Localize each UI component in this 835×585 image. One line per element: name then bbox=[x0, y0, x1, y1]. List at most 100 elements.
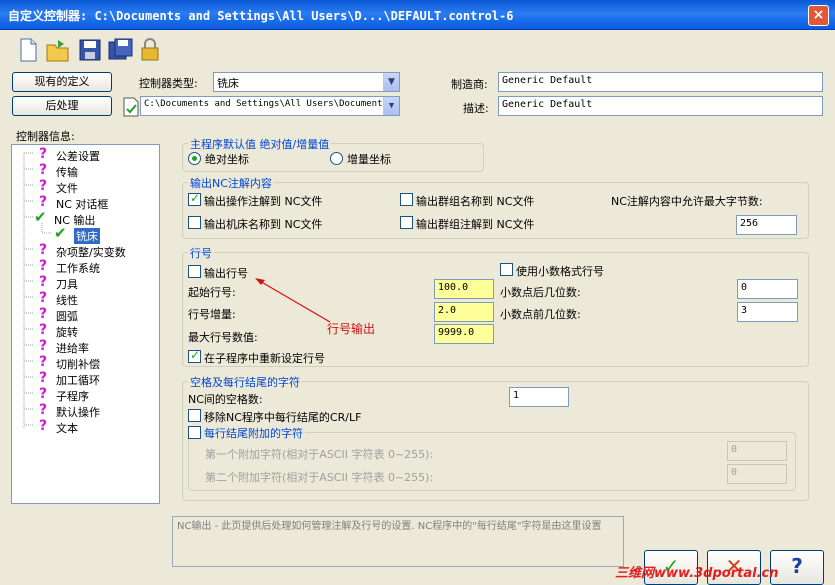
new-file-icon[interactable] bbox=[14, 36, 42, 64]
question-icon: ? bbox=[38, 370, 48, 386]
line-increment-label: 行号增量: bbox=[188, 308, 236, 321]
tree-item-label: 刀具 bbox=[56, 278, 78, 291]
append-char-label: 每行结尾附加的字符 bbox=[202, 425, 305, 441]
question-icon: ? bbox=[38, 146, 48, 162]
post-processor-button[interactable]: 后处理 bbox=[12, 96, 112, 116]
reset-line-subprogram-checkbox[interactable] bbox=[188, 348, 201, 363]
tree-item-label: 默认操作 bbox=[56, 406, 100, 419]
use-decimal-checkbox[interactable] bbox=[500, 263, 513, 276]
tree-item-label: 加工循环 bbox=[56, 374, 100, 387]
tree-item-label: 切削补偿 bbox=[56, 358, 100, 371]
digits-after-field[interactable]: 0 bbox=[737, 279, 798, 299]
start-line-label: 起始行号: bbox=[188, 286, 236, 299]
question-icon: ? bbox=[38, 178, 48, 194]
tree-item-label: 杂项整/实变数 bbox=[56, 246, 126, 259]
append-char-checkbox[interactable] bbox=[188, 426, 201, 439]
tree-item-label: 旋转 bbox=[56, 326, 78, 339]
question-icon: ? bbox=[38, 306, 48, 322]
title-bar: 自定义控制器: C:\Documents and Settings\All Us… bbox=[0, 0, 835, 30]
controller-info-tree[interactable]: ? 公差设置 ? 传输 ? 文件 ? NC 对话框 ✔ NC 输出 ✔ 铣床 ? 杂项整/实变… bbox=[11, 144, 160, 504]
open-folder-icon[interactable] bbox=[44, 36, 72, 64]
post-path-select[interactable]: C:\Documents and Settings\All Users\Docu… bbox=[140, 96, 400, 116]
line-output-annotation: 行号输出 bbox=[327, 322, 376, 336]
absolute-label: 绝对坐标 bbox=[205, 153, 249, 166]
tree-item-label: 文本 bbox=[56, 422, 78, 435]
tree-item-label: 公差设置 bbox=[56, 150, 100, 163]
first-char-label: 第一个附加字符(相对于ASCII 字符表 0~255): bbox=[205, 448, 434, 461]
chevron-down-icon[interactable]: ▼ bbox=[383, 73, 399, 91]
incremental-radio[interactable] bbox=[330, 152, 343, 165]
max-bytes-field[interactable]: 256 bbox=[736, 215, 797, 235]
tree-item-label: 文件 bbox=[56, 182, 78, 195]
controller-type-value: 铣床 bbox=[217, 77, 239, 90]
output-machine-name-checkbox[interactable] bbox=[188, 216, 201, 229]
lock-icon[interactable] bbox=[136, 36, 164, 64]
output-machine-name-label: 输出机床名称到 NC文件 bbox=[204, 218, 323, 231]
controller-info-label: 控制器信息: bbox=[16, 130, 75, 143]
chevron-down-icon[interactable]: ▼ bbox=[383, 97, 399, 115]
question-icon: ? bbox=[38, 418, 48, 434]
output-group-name-checkbox[interactable] bbox=[400, 193, 413, 206]
max-line-label: 最大行号数值: bbox=[188, 331, 258, 344]
digits-after-label: 小数点后几位数: bbox=[500, 286, 581, 299]
space-count-field[interactable]: 1 bbox=[509, 387, 569, 407]
use-decimal-label: 使用小数格式行号 bbox=[516, 265, 604, 278]
save-icon[interactable] bbox=[76, 36, 104, 64]
tree-item-label: 子程序 bbox=[56, 390, 89, 403]
output-group-comment-checkbox[interactable] bbox=[400, 216, 413, 229]
manufacturer-label: 制造商: bbox=[451, 78, 488, 91]
digits-before-label: 小数点前几位数: bbox=[500, 308, 581, 321]
tree-item-label: 线性 bbox=[56, 294, 78, 307]
question-icon: ? bbox=[38, 386, 48, 402]
output-group-comment-label: 输出群组注解到 NC文件 bbox=[416, 218, 535, 231]
tree-item-label: 进给率 bbox=[56, 342, 89, 355]
controller-type-label: 控制器类型: bbox=[139, 77, 198, 90]
question-icon: ? bbox=[38, 290, 48, 306]
max-line-field[interactable]: 9999.0 bbox=[434, 324, 494, 344]
question-icon: ? bbox=[38, 322, 48, 338]
incremental-label: 增量坐标 bbox=[347, 153, 391, 166]
file-check-icon bbox=[122, 96, 140, 118]
absolute-radio[interactable] bbox=[188, 152, 201, 165]
post-path-value: C:\Documents and Settings\All Users\Docu… bbox=[144, 99, 388, 109]
first-char-field[interactable]: 0 bbox=[727, 441, 787, 461]
info-text: NC输出 - 此页提供后处理如何管理注解及行号的设置. NC程序中的"每行结尾"… bbox=[172, 516, 624, 567]
space-count-label: NC间的空格数: bbox=[188, 393, 263, 406]
output-op-comment-checkbox[interactable] bbox=[188, 191, 201, 206]
digits-before-field[interactable]: 3 bbox=[737, 302, 798, 322]
manufacturer-field[interactable]: Generic Default bbox=[498, 72, 823, 92]
line-increment-field[interactable]: 2.0 bbox=[434, 302, 494, 322]
tree-item-label: 铣床 bbox=[74, 228, 100, 244]
description-label: 描述: bbox=[463, 102, 489, 115]
nc-comment-title: 输出NC注解内容 bbox=[188, 175, 274, 191]
current-definition-button[interactable]: 现有的定义 bbox=[12, 72, 112, 92]
tree-item-label: 工作系统 bbox=[56, 262, 100, 275]
question-icon: ? bbox=[38, 354, 48, 370]
start-line-field[interactable]: 100.0 bbox=[434, 279, 494, 299]
line-number-title: 行号 bbox=[188, 245, 214, 261]
question-icon: ? bbox=[38, 242, 48, 258]
second-char-label: 第二个附加字符(相对于ASCII 字符表 0~255): bbox=[205, 471, 434, 484]
tree-item-label: 传输 bbox=[56, 166, 78, 179]
output-line-number-checkbox[interactable] bbox=[188, 265, 201, 278]
question-icon: ? bbox=[38, 338, 48, 354]
save-as-icon[interactable] bbox=[106, 36, 134, 64]
question-icon: ? bbox=[38, 402, 48, 418]
window-title: 自定义控制器: C:\Documents and Settings\All Us… bbox=[8, 9, 514, 23]
remove-crlf-label: 移除NC程序中每行结尾的CR/LF bbox=[204, 411, 362, 424]
watermark: 三维网www.3dportal.cn bbox=[615, 566, 779, 581]
tree-item-label: NC 对话框 bbox=[56, 198, 109, 211]
description-field[interactable]: Generic Default bbox=[498, 96, 823, 116]
max-bytes-label: NC注解内容中允许最大字节数: bbox=[611, 195, 763, 208]
remove-crlf-checkbox[interactable] bbox=[188, 409, 201, 422]
question-icon: ? bbox=[38, 162, 48, 178]
spaces-title: 空格及每行结尾的字符 bbox=[188, 374, 302, 390]
output-group-name-label: 输出群组名称到 NC文件 bbox=[416, 195, 535, 208]
close-button[interactable]: × bbox=[808, 5, 829, 26]
second-char-field[interactable]: 0 bbox=[727, 464, 787, 484]
controller-type-select[interactable]: 铣床 ▼ bbox=[213, 72, 400, 92]
check-icon: ✔ bbox=[34, 208, 47, 226]
question-icon: ? bbox=[38, 258, 48, 274]
output-line-number-label: 输出行号 bbox=[204, 267, 248, 280]
reset-line-subprogram-label: 在子程序中重新设定行号 bbox=[204, 352, 325, 365]
